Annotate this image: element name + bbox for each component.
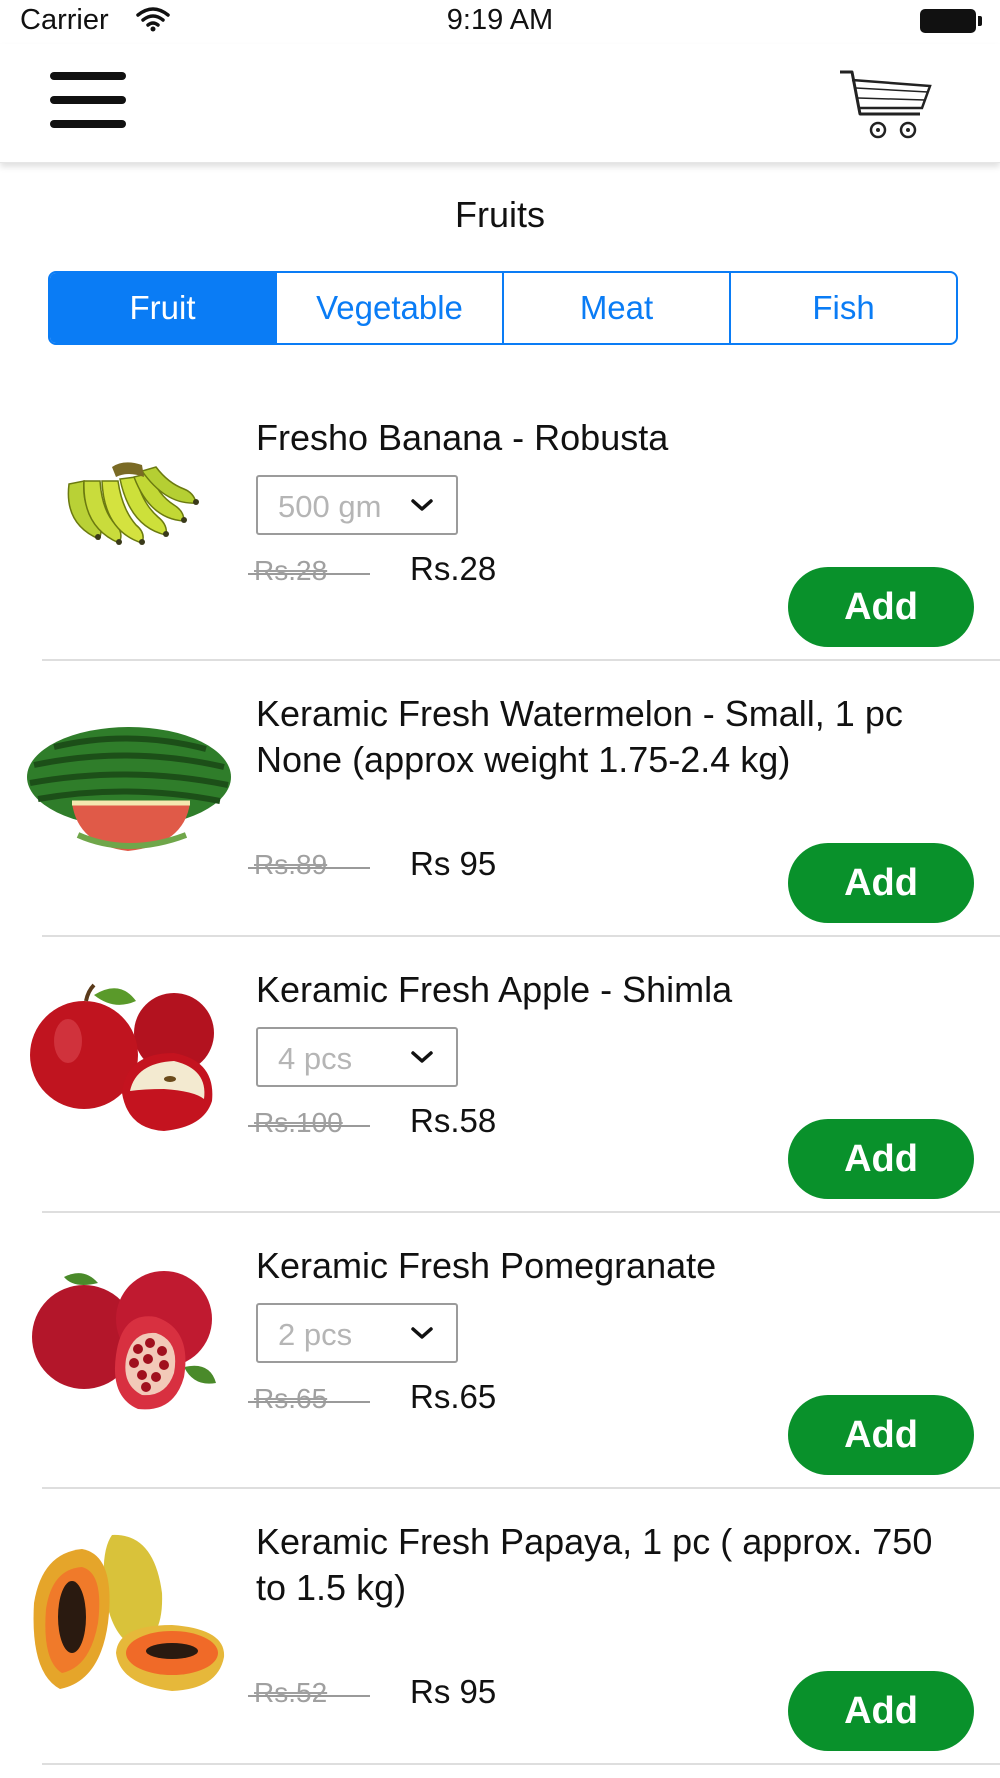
sale-price: Rs.65 (410, 1378, 497, 1415)
status-bar: Carrier 9:19 AM (0, 0, 1000, 44)
original-price: Rs.28 (254, 555, 328, 586)
quantity-value: 4 pcs (278, 1041, 353, 1076)
add-to-cart-button[interactable]: Add (788, 1395, 974, 1475)
quantity-dropdown[interactable]: 500 gm (256, 475, 458, 535)
apple-image (24, 961, 234, 1171)
add-to-cart-button[interactable]: Add (788, 843, 974, 923)
product-item: Keramic Fresh Pomegranate 2 pcs Rs.65 Rs… (0, 1213, 1000, 1489)
add-to-cart-button[interactable]: Add (788, 1119, 974, 1199)
sale-price: Rs.58 (410, 1102, 497, 1139)
papaya-image (24, 1513, 234, 1723)
divider (42, 1763, 1000, 1765)
strikethrough-line (248, 1125, 370, 1127)
add-to-cart-button[interactable]: Add (788, 1671, 974, 1751)
chevron-down-icon (410, 1049, 434, 1070)
top-nav-bar (0, 44, 1000, 163)
product-item: Keramic Fresh Apple - Shimla 4 pcs Rs.10… (0, 937, 1000, 1213)
product-item: Keramic Fresh Papaya, 1 pc ( approx. 750… (0, 1489, 1000, 1765)
page-title: Fruits (455, 194, 545, 235)
quantity-dropdown[interactable]: 2 pcs (256, 1303, 458, 1363)
strikethrough-line (248, 1401, 370, 1403)
hamburger-menu-icon[interactable] (50, 72, 126, 128)
clock: 9:19 AM (446, 4, 554, 36)
quantity-value: 500 gm (278, 489, 382, 524)
quantity-dropdown[interactable]: 4 pcs (256, 1027, 458, 1087)
category-segmented-control: Fruit Vegetable Meat Fish (48, 271, 958, 345)
product-item: Keramic Fresh Watermelon - Small, 1 pc N… (0, 661, 1000, 937)
tab-meat[interactable]: Meat (502, 273, 729, 343)
shopping-cart-icon[interactable] (838, 66, 938, 146)
tab-vegetable[interactable]: Vegetable (275, 273, 502, 343)
banana-image (24, 409, 234, 619)
chevron-down-icon (410, 1325, 434, 1346)
chevron-down-icon (410, 497, 434, 518)
sale-price: Rs 95 (410, 845, 497, 882)
product-name: Keramic Fresh Pomegranate (256, 1245, 717, 1286)
product-name: Keramic Fresh Papaya, 1 pc ( approx. 750… (256, 1521, 933, 1608)
product-list: Fresho Banana - Robusta 500 gm Rs.28 Rs.… (0, 385, 1000, 1765)
sale-price: Rs 95 (410, 1673, 497, 1710)
product-item: Fresho Banana - Robusta 500 gm Rs.28 Rs.… (0, 385, 1000, 661)
original-price: Rs.100 (254, 1107, 343, 1138)
strikethrough-line (248, 1695, 370, 1697)
add-to-cart-button[interactable]: Add (788, 567, 974, 647)
product-name: Keramic Fresh Apple - Shimla (256, 969, 733, 1010)
tab-fish[interactable]: Fish (729, 273, 956, 343)
original-price: Rs.89 (254, 849, 328, 880)
strikethrough-line (248, 867, 370, 869)
original-price: Rs.65 (254, 1383, 328, 1414)
strikethrough-line (248, 573, 370, 575)
watermelon-image (24, 685, 234, 895)
product-name: Fresho Banana - Robusta (256, 417, 669, 458)
original-price: Rs.52 (254, 1677, 328, 1708)
quantity-value: 2 pcs (278, 1317, 353, 1352)
tab-fruit[interactable]: Fruit (50, 273, 275, 343)
product-name: Keramic Fresh Watermelon - Small, 1 pc N… (256, 693, 903, 780)
pomegranate-image (24, 1237, 234, 1447)
sale-price: Rs.28 (410, 550, 497, 587)
battery-icon (920, 9, 982, 33)
